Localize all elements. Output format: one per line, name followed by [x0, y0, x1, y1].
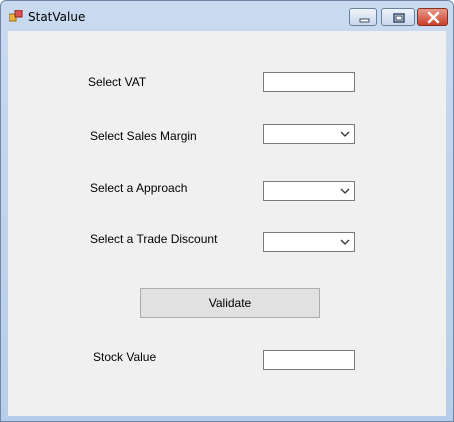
vat-input[interactable]	[263, 72, 355, 92]
vat-label: Select VAT	[88, 75, 147, 89]
validate-button[interactable]: Validate	[140, 288, 320, 318]
close-icon	[427, 11, 440, 24]
window-title: StatValue	[28, 10, 86, 24]
approach-label: Select a Approach	[90, 181, 188, 195]
trade-discount-dropdown[interactable]	[263, 232, 355, 252]
chevron-down-icon	[340, 188, 350, 194]
minimize-icon	[359, 18, 370, 23]
minimize-button[interactable]	[349, 8, 377, 26]
sales-margin-dropdown[interactable]	[263, 124, 355, 144]
approach-dropdown[interactable]	[263, 181, 355, 201]
stock-value-label: Stock Value	[93, 350, 157, 364]
chevron-down-icon	[340, 239, 350, 245]
maximize-icon	[393, 13, 405, 23]
app-icon	[9, 10, 23, 22]
form-client-area	[8, 31, 446, 416]
sales-margin-label: Select Sales Margin	[90, 129, 197, 143]
main-window: StatValue	[0, 0, 454, 422]
stock-value-output[interactable]	[263, 350, 355, 370]
maximize-button[interactable]	[381, 8, 415, 26]
chevron-down-icon	[340, 131, 350, 137]
close-button[interactable]	[417, 8, 448, 26]
title-bar[interactable]: StatValue	[1, 1, 453, 31]
trade-discount-label: Select a Trade Discount	[90, 232, 218, 246]
